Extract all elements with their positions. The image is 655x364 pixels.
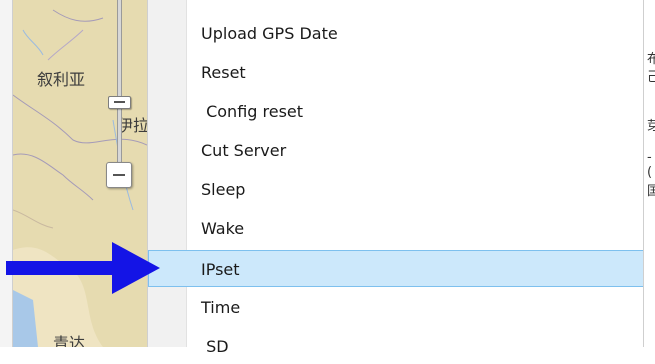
right-pane-text: 己 bbox=[647, 66, 655, 85]
menu-item-ipset[interactable]: IPset bbox=[148, 250, 645, 287]
zoom-track[interactable] bbox=[117, 0, 122, 172]
menu-item-config-reset[interactable]: Config reset bbox=[148, 95, 644, 129]
menu-item-upload-gps-date[interactable]: Upload GPS Date bbox=[148, 17, 644, 51]
right-pane-text: 芽 bbox=[647, 115, 655, 134]
menu-item-cut-server[interactable]: Cut Server bbox=[148, 134, 644, 168]
menu-item-sleep[interactable]: Sleep bbox=[148, 173, 644, 207]
menu-item-sd[interactable]: SD bbox=[148, 330, 644, 364]
menu-item-label: Wake bbox=[201, 219, 245, 238]
menu-item-label: Config reset bbox=[201, 102, 304, 121]
arrow-shaft bbox=[6, 261, 114, 275]
context-menu: Upload GPS Date Reset Config reset Cut S… bbox=[147, 0, 645, 356]
menu-item-label: Sleep bbox=[201, 180, 246, 199]
slider-handle-icon[interactable] bbox=[108, 96, 131, 109]
right-pane: 布 己 芽 -( 国 bbox=[643, 0, 655, 347]
zoom-out-button[interactable] bbox=[106, 162, 132, 188]
menu-item-reset[interactable]: Reset bbox=[148, 56, 644, 90]
menu-item-wake[interactable]: Wake bbox=[148, 212, 644, 246]
arrow-head bbox=[112, 242, 160, 294]
map-label-syria: 叙利亚 bbox=[37, 70, 86, 89]
right-pane-text: 布 bbox=[647, 48, 655, 67]
menu-item-time[interactable]: Time bbox=[148, 291, 644, 325]
right-pane-text: -( bbox=[647, 150, 653, 180]
menu-item-label: Cut Server bbox=[201, 141, 287, 160]
menu-item-label: Reset bbox=[201, 63, 246, 82]
menu-item-label: IPset bbox=[201, 260, 240, 279]
zoom-control bbox=[103, 0, 133, 200]
map-label-city: 青达 bbox=[53, 334, 86, 347]
right-arrow-icon bbox=[6, 242, 160, 294]
menu-item-label: Time bbox=[201, 298, 241, 317]
menu-item-label: Upload GPS Date bbox=[201, 24, 338, 43]
right-pane-text: 国 bbox=[647, 180, 655, 199]
